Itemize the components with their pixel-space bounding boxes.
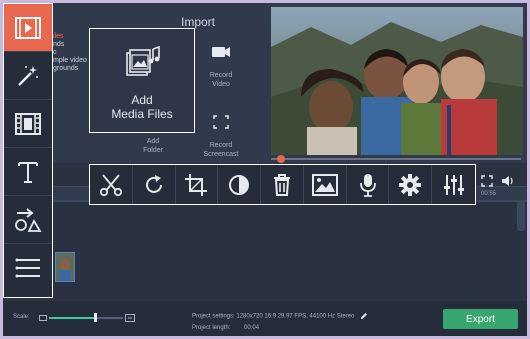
zoom-out-icon[interactable]: [39, 315, 47, 321]
shapes-arrow-icon: [15, 207, 42, 232]
add-media-label-line1: Add: [131, 93, 153, 107]
list-item[interactable]: nds: [53, 41, 89, 49]
color-adjust-icon: [229, 174, 250, 195]
project-length-label: Project length:: [192, 325, 231, 331]
playback-progress-bar[interactable]: [271, 158, 521, 160]
equalizer-button[interactable]: [432, 165, 475, 204]
add-folder-label-line1: Add: [146, 138, 160, 145]
import-tab[interactable]: [4, 4, 52, 52]
image-overlay-button[interactable]: [304, 165, 347, 204]
titles-tab[interactable]: [4, 148, 52, 196]
record-screencast-button[interactable]: Record Screencast: [186, 111, 256, 159]
record-screencast-label-line1: Record: [209, 142, 233, 149]
color-adjustments-button[interactable]: [218, 165, 262, 204]
rotate-icon: [145, 174, 162, 193]
settings-button[interactable]: [389, 165, 433, 204]
record-video-label: Record Video: [186, 71, 256, 89]
video-editor-app: iles nds c mple video grounds Import Add…: [3, 3, 527, 336]
import-title: Import: [181, 15, 216, 29]
trash-icon: [274, 173, 291, 196]
add-media-label-line2: Media Files: [111, 107, 173, 121]
scale-slider-handle[interactable]: [93, 313, 97, 322]
add-folder-label: Add Folder: [118, 137, 188, 155]
scissors-icon: [99, 173, 122, 196]
edit-toolbar: [89, 164, 476, 205]
left-toolbar: [3, 3, 53, 298]
video-preview[interactable]: [271, 7, 523, 155]
filters-tab[interactable]: [4, 52, 52, 100]
list-lines-icon: [15, 258, 40, 278]
edit-pencil-icon[interactable]: [360, 312, 368, 320]
cut-button[interactable]: [90, 165, 133, 204]
record-screencast-label: Record Screencast: [186, 141, 256, 159]
record-video-button[interactable]: Record Video: [186, 41, 256, 89]
record-video-label-line2: Video: [212, 81, 230, 88]
project-length-value: 00:04: [244, 325, 260, 331]
rotate-button[interactable]: [133, 165, 176, 204]
text-T-icon: [18, 161, 38, 183]
equalizer-icon: [443, 174, 464, 195]
ruler-time-label: 00:55: [481, 191, 497, 197]
add-media-icon: [126, 45, 160, 76]
transitions-tab[interactable]: [4, 100, 52, 148]
add-media-label: Add Media Files: [90, 93, 194, 121]
clip-thumbnail: [56, 253, 74, 281]
project-settings-value: Project settings: 1280x720 16:9 29.97 FP…: [192, 313, 355, 320]
project-settings-text: Project settings: 1280x720 16:9 29.97 FP…: [192, 312, 368, 320]
list-item[interactable]: grounds: [53, 65, 89, 73]
playback-position-handle[interactable]: [277, 155, 285, 163]
video-camera-icon: [212, 47, 230, 57]
add-folder-button[interactable]: Add Folder: [118, 137, 188, 161]
record-video-label-line1: Record: [209, 72, 233, 79]
list-item[interactable]: c: [53, 49, 89, 57]
zoom-in-icon[interactable]: [125, 314, 135, 322]
delete-button[interactable]: [261, 165, 304, 204]
project-length-text: Project length: 00:04: [192, 325, 259, 331]
add-media-files-button[interactable]: Add Media Files: [89, 28, 195, 133]
export-button[interactable]: Export: [443, 309, 518, 329]
list-item[interactable]: mple video: [53, 57, 89, 65]
scale-slider-fill: [49, 317, 95, 319]
add-folder-label-line2: Folder: [143, 147, 163, 154]
screencast-icon: [213, 115, 229, 129]
callouts-tab[interactable]: [4, 196, 52, 244]
film-frames-icon: [15, 112, 41, 135]
gear-icon: [399, 173, 422, 196]
import-category-list: iles nds c mple video grounds: [53, 33, 89, 93]
crop-icon: [185, 173, 208, 196]
film-import-icon: [15, 16, 41, 39]
scale-label: Scale:: [13, 314, 30, 320]
preview-frame-image: [271, 7, 523, 155]
fullscreen-icon[interactable]: [481, 175, 493, 187]
timeline-clip[interactable]: [55, 252, 75, 282]
record-screencast-label-line2: Screencast: [203, 151, 239, 158]
timeline-scrollbar[interactable]: [517, 201, 525, 231]
volume-icon[interactable]: [501, 175, 515, 187]
list-item[interactable]: iles: [53, 33, 89, 41]
more-tools-tab[interactable]: [4, 244, 52, 292]
magic-wand-icon: [18, 65, 38, 86]
record-audio-button[interactable]: [347, 165, 390, 204]
image-icon: [311, 173, 338, 196]
microphone-icon: [359, 173, 376, 197]
crop-button[interactable]: [176, 165, 219, 204]
